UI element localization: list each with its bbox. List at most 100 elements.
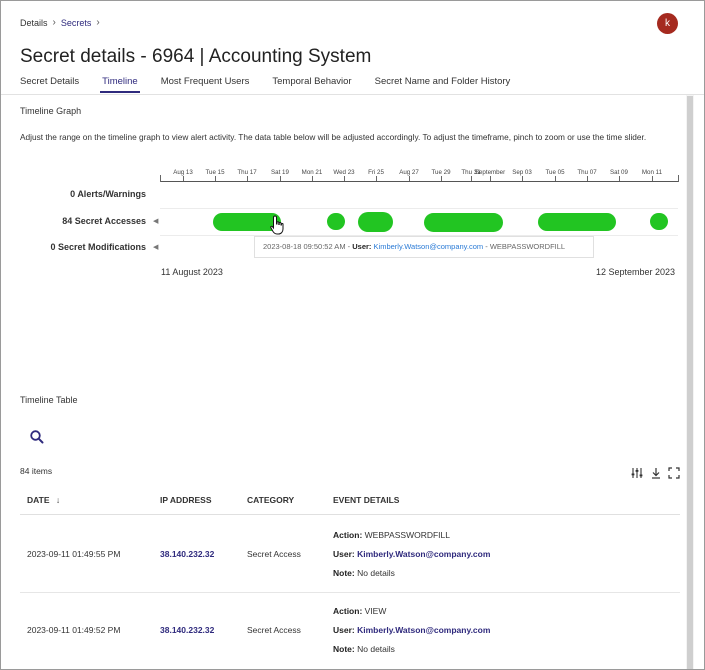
- axis-tick: [312, 176, 313, 181]
- item-count: 84 items: [20, 466, 53, 476]
- range-start-date: 11 August 2023: [161, 267, 223, 277]
- column-header-category[interactable]: CATEGORY: [247, 495, 294, 505]
- column-header-date[interactable]: DATE ↓: [27, 495, 60, 505]
- axis-tick: [280, 176, 281, 181]
- axis-tick: [471, 176, 472, 181]
- event-cluster[interactable]: [358, 212, 393, 232]
- breadcrumb-details[interactable]: Details: [20, 18, 48, 28]
- axis-tick-label: Thu 07: [577, 169, 597, 176]
- row-label-secret-modifications: 0 Secret Modifications: [50, 242, 146, 252]
- detail-user: User: Kimberly.Watson@company.com: [333, 549, 490, 559]
- table-row[interactable]: 2023-09-11 01:49:52 PM 38.140.232.32 Sec…: [20, 593, 680, 669]
- axis-tick: [555, 176, 556, 181]
- sort-descending-icon[interactable]: ↓: [56, 495, 60, 505]
- tab-bar: Secret Details Timeline Most Frequent Us…: [20, 76, 533, 95]
- download-icon[interactable]: [650, 467, 662, 479]
- breadcrumb-secrets[interactable]: Secrets: [61, 18, 92, 28]
- tab-secret-details[interactable]: Secret Details: [20, 76, 79, 95]
- row-divider: [160, 208, 678, 209]
- axis-tick: [652, 176, 653, 181]
- cell-ip-address[interactable]: 38.140.232.32: [160, 549, 214, 559]
- tab-timeline[interactable]: Timeline: [100, 76, 140, 95]
- row-label-alerts: 0 Alerts/Warnings: [70, 189, 146, 199]
- collapse-arrow-icon[interactable]: ◀: [153, 243, 158, 251]
- action-label: Action:: [333, 606, 363, 616]
- timeline-graph-title: Timeline Graph: [20, 106, 82, 116]
- page-title: Secret details - 6964 | Accounting Syste…: [20, 46, 372, 67]
- cell-category: Secret Access: [247, 549, 301, 559]
- axis-tick: [441, 176, 442, 181]
- axis-tick-label: Fri 25: [368, 169, 384, 176]
- column-header-ip-address[interactable]: IP ADDRESS: [160, 495, 212, 505]
- axis-tick: [344, 176, 345, 181]
- detail-user: User: Kimberly.Watson@company.com: [333, 625, 490, 635]
- axis-tick-label: Mon 11: [641, 169, 663, 176]
- column-settings-icon[interactable]: [631, 467, 643, 479]
- axis-tick-label: Tue 29: [431, 169, 451, 176]
- user-link[interactable]: Kimberly.Watson@company.com: [357, 625, 490, 635]
- axis-end-tick: [678, 175, 679, 182]
- detail-action: Action: WEBPASSWORDFILL: [333, 530, 450, 540]
- tooltip-user-label: User:: [352, 242, 372, 251]
- timeline-table-title: Timeline Table: [20, 395, 78, 405]
- axis-tick-label: Wed 23: [333, 169, 355, 176]
- axis-tick-label: Sat 09: [610, 169, 628, 176]
- tab-secret-name-folder-history[interactable]: Secret Name and Folder History: [375, 76, 511, 95]
- breadcrumb: Details › Secrets ›: [20, 17, 100, 28]
- axis-tick: [619, 176, 620, 181]
- axis-tick: [409, 176, 410, 181]
- axis-tick-label: Tue 15: [205, 169, 225, 176]
- secret-details-page: Details › Secrets › k Secret details - 6…: [0, 0, 705, 670]
- user-label: User:: [333, 625, 355, 635]
- tab-most-frequent-users[interactable]: Most Frequent Users: [161, 76, 250, 95]
- axis-end-tick: [160, 175, 161, 182]
- axis-tick-label: September: [474, 169, 506, 176]
- cell-ip-address[interactable]: 38.140.232.32: [160, 625, 214, 635]
- axis-tick-label: Aug 13: [173, 169, 193, 176]
- axis-tick-label: Thu 17: [237, 169, 257, 176]
- table-header: DATE ↓ IP ADDRESS CATEGORY EVENT DETAILS: [20, 487, 680, 515]
- row-label-secret-accesses: 84 Secret Accesses: [62, 216, 146, 226]
- column-header-event-details[interactable]: EVENT DETAILS: [333, 495, 399, 505]
- detail-note: Note: No details: [333, 644, 395, 654]
- tabs-divider: [1, 94, 704, 95]
- action-label: Action:: [333, 530, 363, 540]
- range-end-date: 12 September 2023: [596, 267, 676, 277]
- table-row[interactable]: 2023-09-11 01:49:55 PM 38.140.232.32 Sec…: [20, 516, 680, 593]
- column-label: DATE: [27, 495, 50, 505]
- user-link[interactable]: Kimberly.Watson@company.com: [357, 549, 490, 559]
- event-cluster[interactable]: [327, 213, 345, 230]
- note-value: No details: [357, 644, 395, 654]
- hand-cursor-icon: [270, 215, 284, 235]
- action-value: VIEW: [364, 606, 387, 616]
- chevron-right-icon: ›: [52, 17, 56, 28]
- scrollbar-thumb[interactable]: [687, 96, 693, 669]
- fullscreen-icon[interactable]: [668, 467, 680, 479]
- axis-tick: [587, 176, 588, 181]
- tooltip-action: WEBPASSWORDFILL: [489, 242, 566, 251]
- cell-category: Secret Access: [247, 625, 301, 635]
- collapse-arrow-icon[interactable]: ◀: [153, 217, 158, 225]
- axis-line: [160, 181, 678, 182]
- avatar[interactable]: k: [657, 13, 678, 34]
- detail-note: Note: No details: [333, 568, 395, 578]
- note-label: Note:: [333, 568, 355, 578]
- axis-tick-label: Sep 03: [512, 169, 532, 176]
- note-label: Note:: [333, 644, 355, 654]
- axis-tick: [490, 176, 491, 181]
- axis-tick: [183, 176, 184, 181]
- axis-tick-label: Tue 05: [545, 169, 565, 176]
- axis-tick: [376, 176, 377, 181]
- axis-tick: [215, 176, 216, 181]
- axis-tick: [247, 176, 248, 181]
- axis-tick: [522, 176, 523, 181]
- axis-tick-label: Aug 27: [399, 169, 419, 176]
- action-value: WEBPASSWORDFILL: [364, 530, 450, 540]
- tab-temporal-behavior[interactable]: Temporal Behavior: [272, 76, 351, 95]
- event-cluster[interactable]: [424, 213, 503, 232]
- search-icon[interactable]: [29, 429, 45, 445]
- event-cluster[interactable]: [650, 213, 668, 230]
- tooltip-user: Kimberly.Watson@company.com: [373, 242, 484, 251]
- event-cluster[interactable]: [538, 213, 616, 231]
- axis-tick-label: Sat 19: [271, 169, 289, 176]
